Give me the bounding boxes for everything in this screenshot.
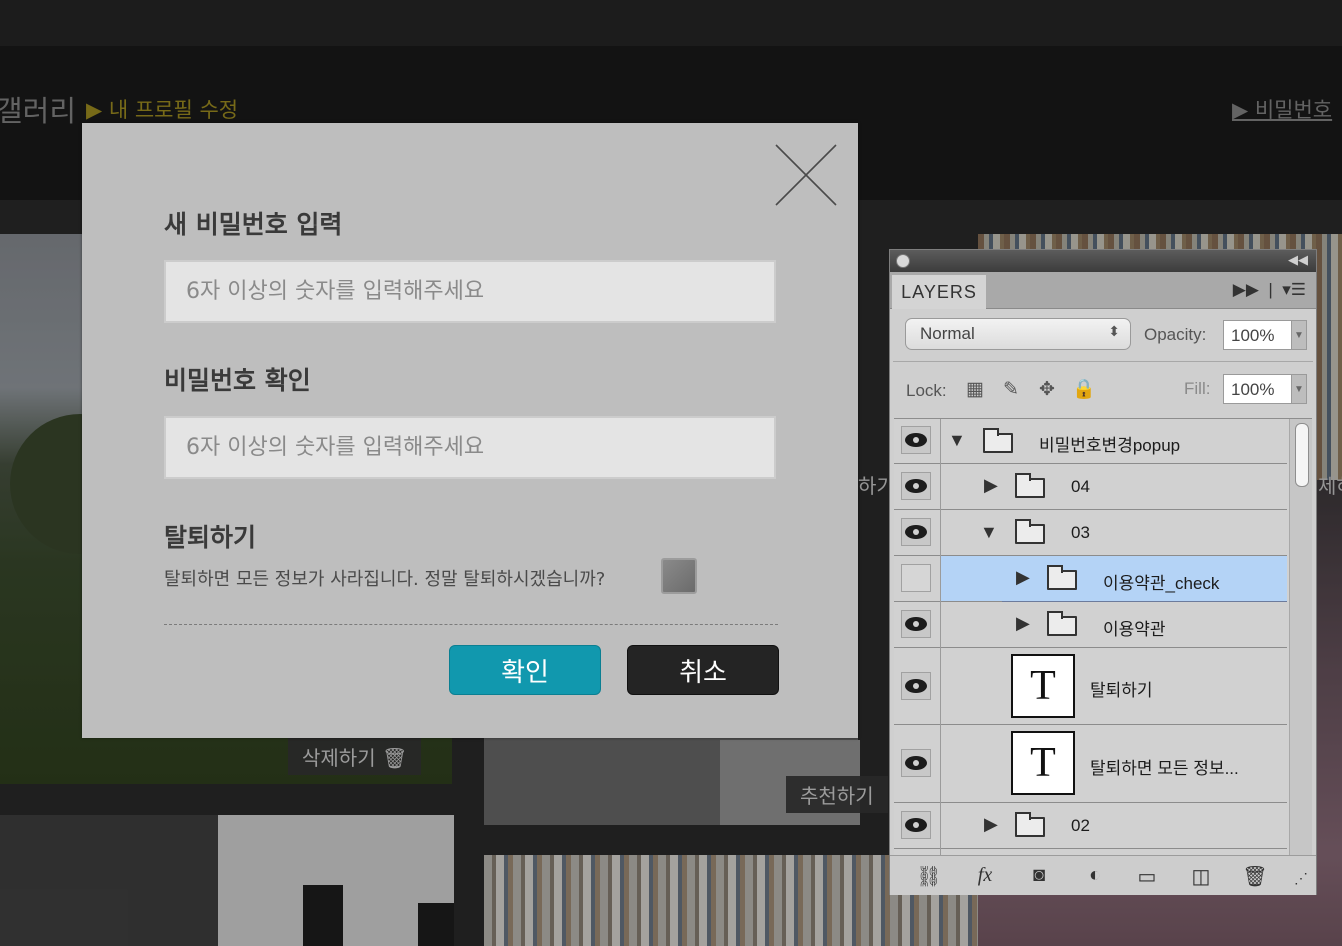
link-icon[interactable]: ⛓ — [914, 864, 944, 889]
divider — [164, 624, 778, 625]
layer-row[interactable]: ▶ 04 — [894, 464, 1287, 510]
layer-row-selected[interactable]: ▶ 이용약관_check — [894, 556, 1287, 602]
visibility-toggle[interactable] — [901, 610, 931, 638]
layer-list-scrollbar[interactable] — [1289, 419, 1312, 855]
layers-panel: ◀◀ LAYERS ▶▶ | ▾☰ Normal ⬍ Opacity: 100% ▼… — [889, 249, 1317, 895]
withdraw-checkbox[interactable] — [661, 558, 697, 594]
panel-separator — [893, 361, 1313, 362]
lock-paint-icon[interactable]: ✎ — [1000, 379, 1022, 401]
new-password-title: 새 비밀번호 입력 — [164, 210, 343, 239]
resize-grip-icon[interactable]: ⋰ — [1286, 870, 1316, 887]
folder-icon — [1015, 519, 1045, 544]
eye-icon — [905, 756, 927, 770]
column-divider — [940, 419, 941, 855]
layer-name: 02 — [1071, 816, 1090, 835]
password-change-modal: 새 비밀번호 입력 비밀번호 확인 탈퇴하기 탈퇴하면 모든 정보가 사라집니다… — [82, 123, 858, 738]
panel-bottom-toolbar: ⛓ fx ◙ ◐ ▭ ◫ 🗑 ⋰ — [890, 855, 1316, 895]
layer-row[interactable]: T 탈퇴하면 모든 정보... — [894, 725, 1287, 803]
text-layer-thumbnail: T — [1011, 654, 1075, 718]
layer-row[interactable]: ▶ 02 — [894, 803, 1287, 849]
expand-down-icon[interactable]: ▼ — [948, 430, 966, 451]
confirm-password-input[interactable] — [164, 416, 776, 479]
withdraw-title: 탈퇴하기 — [164, 523, 257, 552]
visibility-toggle[interactable] — [901, 472, 931, 500]
folder-icon — [1047, 565, 1077, 590]
layer-name: 비밀번호변경popup — [1039, 436, 1181, 455]
eye-icon — [905, 433, 927, 447]
folder-icon — [1047, 611, 1077, 636]
fill-field[interactable]: 100% ▼ — [1223, 374, 1307, 404]
new-layer-icon[interactable]: ◫ — [1186, 864, 1216, 889]
panel-menu-icon[interactable]: ▶▶ | ▾☰ — [1233, 280, 1306, 300]
new-group-icon[interactable]: ▭ — [1132, 864, 1162, 889]
withdraw-description: 탈퇴하면 모든 정보가 사라집니다. 정말 탈퇴하시겠습니까? — [164, 569, 606, 590]
lock-all-icon[interactable]: 🔒 — [1072, 379, 1096, 401]
eye-icon — [905, 479, 927, 493]
visibility-toggle[interactable] — [901, 564, 931, 592]
close-icon[interactable] — [774, 143, 838, 207]
expand-down-icon[interactable]: ▼ — [980, 522, 998, 543]
blend-mode-value: Normal — [920, 324, 975, 343]
eye-icon — [905, 525, 927, 539]
visibility-toggle[interactable] — [901, 426, 931, 454]
text-layer-thumbnail: T — [1011, 731, 1075, 795]
panel-titlebar[interactable]: ◀◀ — [890, 250, 1316, 272]
opacity-label: Opacity: — [1144, 325, 1207, 344]
fill-value: 100% — [1231, 380, 1275, 399]
lock-transparency-icon[interactable]: ▦ — [964, 379, 986, 401]
visibility-toggle[interactable] — [901, 749, 931, 777]
visibility-toggle[interactable] — [901, 518, 931, 546]
new-password-input[interactable] — [164, 260, 776, 323]
opacity-value: 100% — [1231, 326, 1275, 345]
layer-name: 04 — [1071, 477, 1090, 496]
layer-name: 이용약관 — [1103, 620, 1166, 639]
layer-name: 탈퇴하면 모든 정보... — [1090, 759, 1239, 778]
scrollbar-thumb[interactable] — [1295, 423, 1309, 487]
layer-row[interactable]: T 탈퇴하기 — [894, 648, 1287, 725]
layer-row[interactable]: ▼ 비밀번호변경popup — [894, 419, 1287, 464]
folder-icon — [1015, 473, 1045, 498]
layer-row[interactable]: ▶ 이용약관 — [894, 602, 1287, 648]
selection-highlight — [940, 556, 1002, 601]
fx-icon[interactable]: fx — [970, 864, 1000, 887]
cancel-button[interactable]: 취소 — [627, 645, 779, 695]
adjustment-icon[interactable]: ◐ — [1080, 864, 1110, 887]
expand-right-icon[interactable]: ▶ — [984, 475, 998, 496]
eye-icon — [905, 617, 927, 631]
chevron-down-icon[interactable]: ▼ — [1291, 374, 1307, 404]
confirm-password-title: 비밀번호 확인 — [164, 366, 311, 395]
visibility-toggle[interactable] — [901, 811, 931, 839]
visibility-toggle[interactable] — [901, 672, 931, 700]
panel-collapse-icon[interactable]: ◀◀ — [1288, 252, 1308, 268]
layer-name: 03 — [1071, 523, 1090, 542]
layer-list: ▼ 비밀번호변경popup ▶ 04 ▼ 03 ▶ 이용약관_check ▶ 이… — [894, 418, 1312, 855]
panel-tab-bar: LAYERS ▶▶ | ▾☰ — [890, 272, 1316, 309]
fill-label: Fill: — [1184, 379, 1211, 398]
lock-position-icon[interactable]: ✥ — [1036, 379, 1058, 401]
confirm-button[interactable]: 확인 — [449, 645, 601, 695]
panel-close-icon[interactable] — [896, 254, 910, 268]
layer-row[interactable]: ▼ 03 — [894, 510, 1287, 556]
updown-icon: ⬍ — [1108, 323, 1120, 339]
eye-icon — [905, 679, 927, 693]
tab-layers[interactable]: LAYERS — [892, 275, 986, 309]
expand-right-icon[interactable]: ▶ — [1016, 613, 1030, 634]
trash-icon[interactable]: 🗑 — [1240, 864, 1270, 889]
mask-icon[interactable]: ◙ — [1024, 864, 1054, 887]
chevron-down-icon[interactable]: ▼ — [1291, 320, 1307, 350]
folder-icon — [983, 428, 1013, 453]
eye-icon — [905, 818, 927, 832]
layer-name: 이용약관_check — [1103, 574, 1220, 593]
blend-mode-select[interactable]: Normal ⬍ — [905, 318, 1131, 350]
folder-icon — [1015, 812, 1045, 837]
expand-right-icon[interactable]: ▶ — [1016, 567, 1030, 588]
expand-right-icon[interactable]: ▶ — [984, 814, 998, 835]
layer-name: 탈퇴하기 — [1090, 681, 1153, 700]
lock-label: Lock: — [906, 381, 947, 400]
opacity-field[interactable]: 100% ▼ — [1223, 320, 1307, 350]
